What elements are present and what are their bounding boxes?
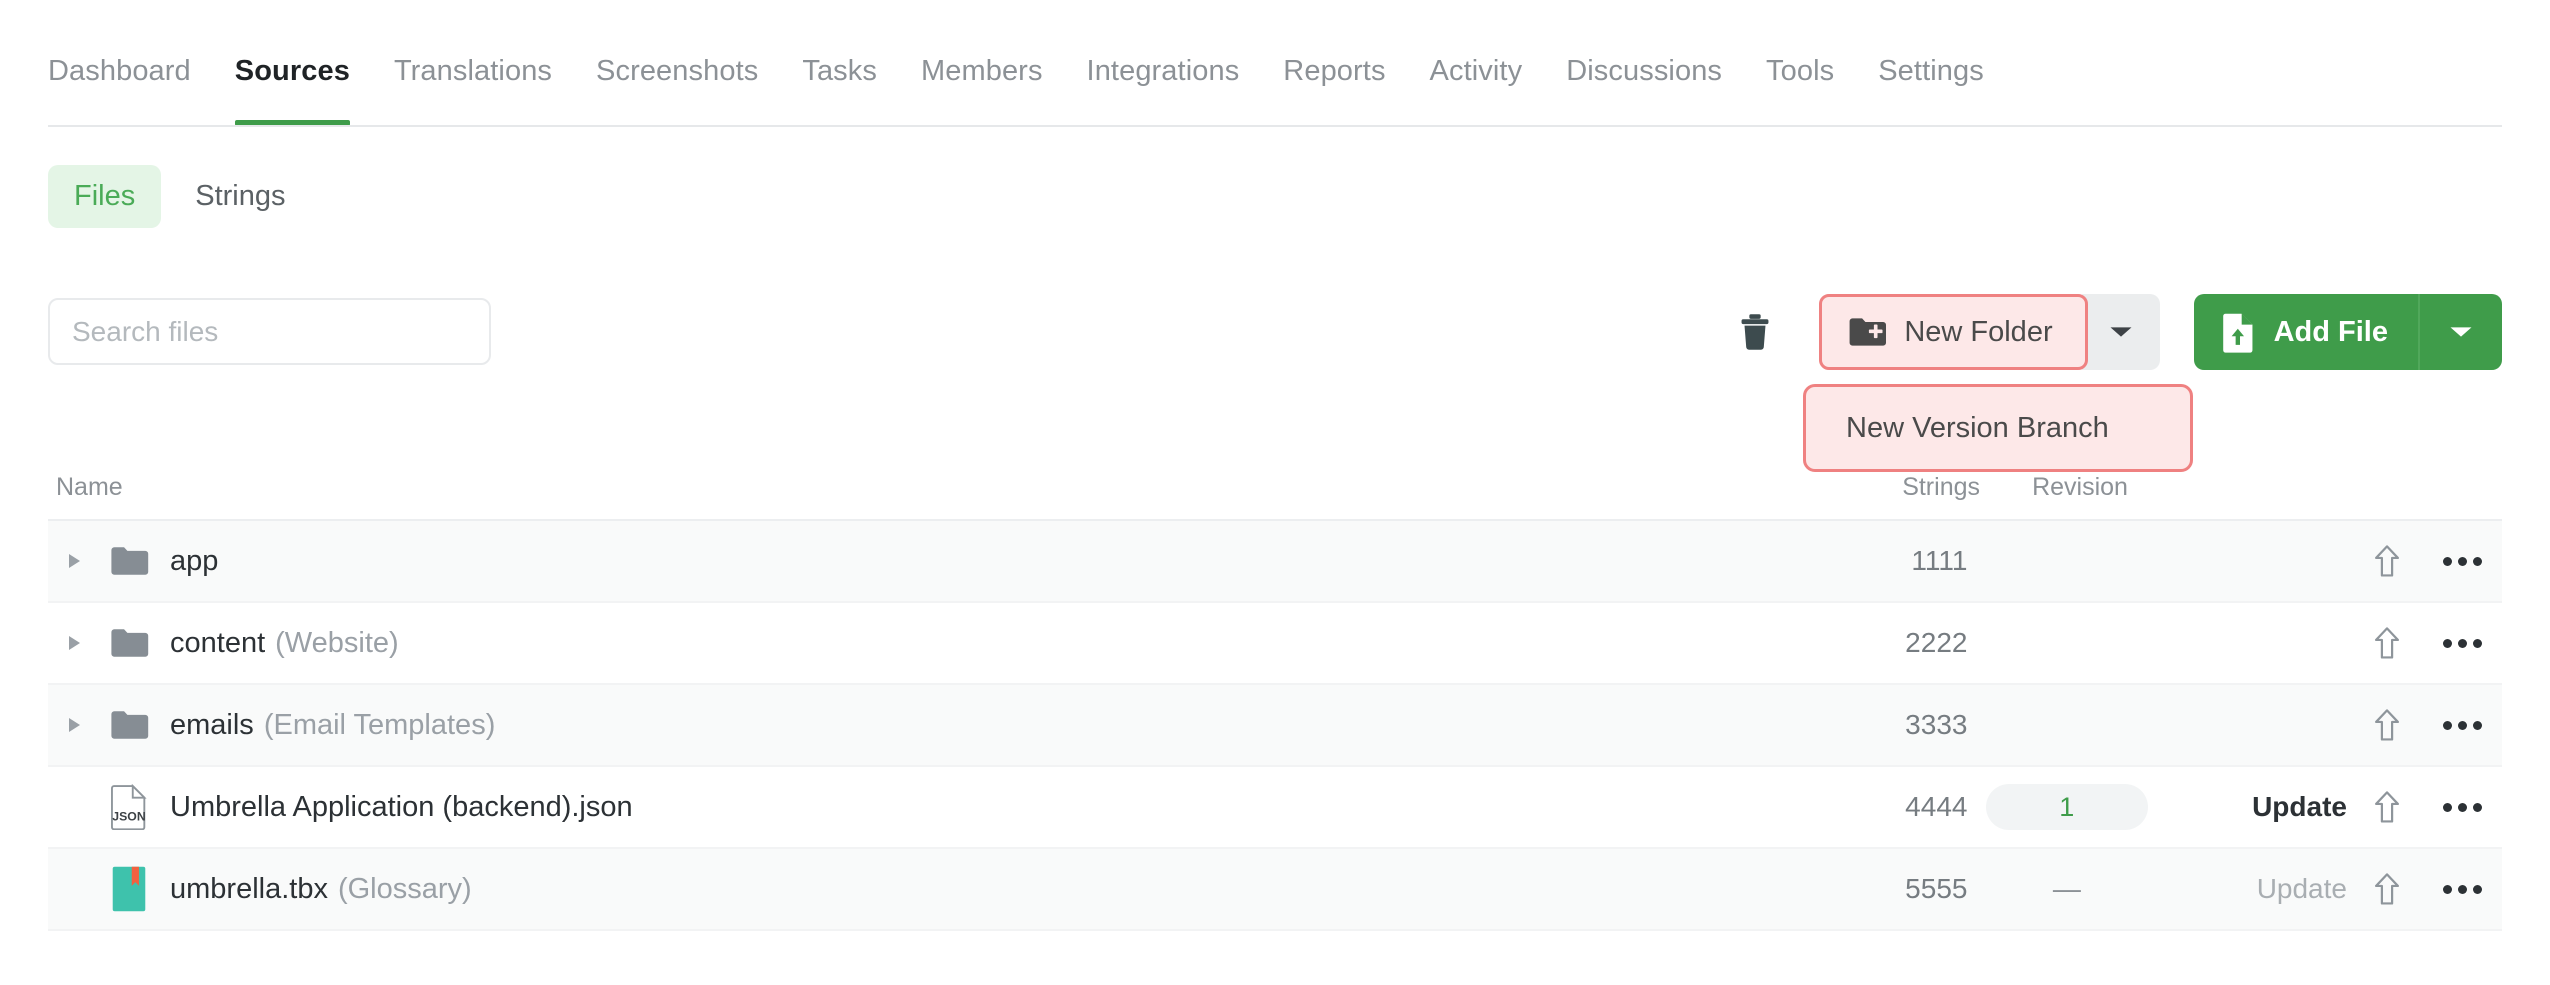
nav-tab-activity[interactable]: Activity (1408, 57, 1545, 126)
file-name-label[interactable]: app (170, 545, 218, 578)
nav-divider (48, 125, 2502, 127)
cell-strings-count: 5555 (1905, 873, 1968, 904)
glossary-icon (100, 865, 158, 913)
nav-tab-tasks[interactable]: Tasks (780, 57, 899, 126)
more-options-icon[interactable] (2423, 556, 2502, 566)
chevron-down-icon (2449, 325, 2473, 339)
expand-chevron-icon[interactable] (48, 636, 100, 650)
file-name-label[interactable]: umbrella.tbx (170, 873, 328, 906)
cell-name: JSON Umbrella Application (backend).json (48, 784, 1783, 830)
cell-strings-count: 1111 (1911, 545, 1968, 576)
main-navigation: Dashboard Sources Translations Screenshots T… (0, 0, 2550, 126)
nav-tab-discussions[interactable]: Discussions (1544, 57, 1744, 126)
add-file-button[interactable]: Add File (2193, 294, 2418, 370)
file-name-label[interactable]: emails (170, 709, 254, 742)
folder-icon (100, 709, 158, 741)
table-row[interactable]: umbrella.tbx (Glossary) 5555 — Update (48, 849, 2502, 931)
revision-badge[interactable]: 1 (1985, 784, 2148, 830)
folder-plus-icon (1848, 316, 1887, 348)
more-options-icon[interactable] (2423, 720, 2502, 730)
new-folder-button[interactable]: New Folder (1819, 294, 2088, 370)
table-row[interactable]: app 1111 (48, 521, 2502, 603)
revision-empty: — (2052, 873, 2081, 904)
cell-name: umbrella.tbx (Glossary) (48, 865, 1783, 913)
file-name-label[interactable]: Umbrella Application (backend).json (170, 791, 633, 824)
file-type-label: (Glossary) (337, 872, 472, 905)
file-name-label[interactable]: content (170, 627, 265, 660)
table-row[interactable]: content (Website) 2222 (48, 603, 2502, 685)
chevron-down-icon (2109, 325, 2133, 339)
sources-files-page: Dashboard Sources Translations Screenshots T… (0, 0, 2550, 985)
nav-tab-members[interactable]: Members (899, 57, 1065, 126)
files-table: Name Strings Revision app 1111 content (Web… (48, 455, 2502, 931)
folder-icon (100, 545, 158, 577)
upload-arrow-icon[interactable] (2351, 790, 2423, 824)
search-files-box[interactable] (48, 298, 491, 365)
folder-icon (100, 627, 158, 659)
cell-name: emails (Email Templates) (48, 709, 1783, 742)
more-options-icon[interactable] (2423, 884, 2502, 894)
tab-files[interactable]: Files (48, 165, 162, 228)
add-file-label: Add File (2273, 315, 2388, 348)
cell-revision: — (1967, 873, 2166, 905)
column-header-strings: Strings (1902, 472, 1980, 501)
upload-arrow-icon[interactable] (2351, 626, 2423, 660)
cell-strings-count: 4444 (1905, 791, 1968, 822)
cell-strings-count: 2222 (1905, 627, 1968, 658)
nav-tab-integrations[interactable]: Integrations (1065, 57, 1262, 126)
table-row[interactable]: JSON Umbrella Application (backend).json 4… (48, 767, 2502, 849)
update-link[interactable]: Update (2166, 791, 2351, 823)
column-header-revision: Revision (2032, 472, 2128, 501)
svg-text:JSON: JSON (112, 809, 146, 823)
trash-icon[interactable] (1725, 297, 1785, 367)
cell-revision: 1 (1967, 784, 2166, 830)
new-folder-split-button: New Folder (1819, 294, 2160, 370)
table-body: app 1111 content (Website) 2222 emails (Email … (48, 519, 2502, 931)
more-options-icon[interactable] (2423, 802, 2502, 812)
nav-tab-reports[interactable]: Reports (1261, 57, 1407, 126)
json-file-icon: JSON (100, 784, 158, 830)
more-options-icon[interactable] (2423, 638, 2502, 648)
upload-arrow-icon[interactable] (2351, 872, 2423, 906)
nav-tab-screenshots[interactable]: Screenshots (574, 57, 780, 126)
new-folder-label: New Folder (1904, 315, 2053, 348)
expand-chevron-icon[interactable] (48, 554, 100, 568)
nav-tab-settings[interactable]: Settings (1856, 57, 2006, 126)
nav-tab-dashboard[interactable]: Dashboard (48, 57, 213, 126)
nav-tab-list: Dashboard Sources Translations Screenshots T… (48, 0, 2006, 126)
files-strings-toggle: Files Strings (48, 165, 312, 228)
new-folder-dropdown-menu[interactable]: New Version Branch (1803, 384, 2193, 472)
table-row[interactable]: emails (Email Templates) 3333 (48, 685, 2502, 767)
files-toolbar: New Folder Add File (1725, 294, 2502, 370)
new-folder-dropdown-toggle[interactable] (2081, 294, 2160, 370)
file-type-label: (Email Templates) (263, 708, 496, 741)
file-upload-icon (2222, 311, 2256, 353)
file-type-label: (Website) (275, 626, 399, 659)
upload-arrow-icon[interactable] (2351, 708, 2423, 742)
add-file-dropdown-toggle[interactable] (2418, 294, 2502, 370)
upload-arrow-icon[interactable] (2351, 544, 2423, 578)
cell-name: app (48, 545, 1783, 578)
nav-tab-tools[interactable]: Tools (1744, 57, 1856, 126)
expand-chevron-icon[interactable] (48, 718, 100, 732)
nav-tab-sources[interactable]: Sources (213, 57, 372, 126)
menu-item-new-version-branch[interactable]: New Version Branch (1846, 412, 2109, 445)
nav-tab-translations[interactable]: Translations (372, 57, 574, 126)
cell-strings-count: 3333 (1905, 709, 1968, 740)
search-input[interactable] (72, 315, 467, 348)
column-header-name: Name (56, 472, 123, 501)
update-link: Update (2256, 873, 2347, 904)
cell-name: content (Website) (48, 627, 1783, 660)
tab-strings[interactable]: Strings (169, 165, 311, 228)
